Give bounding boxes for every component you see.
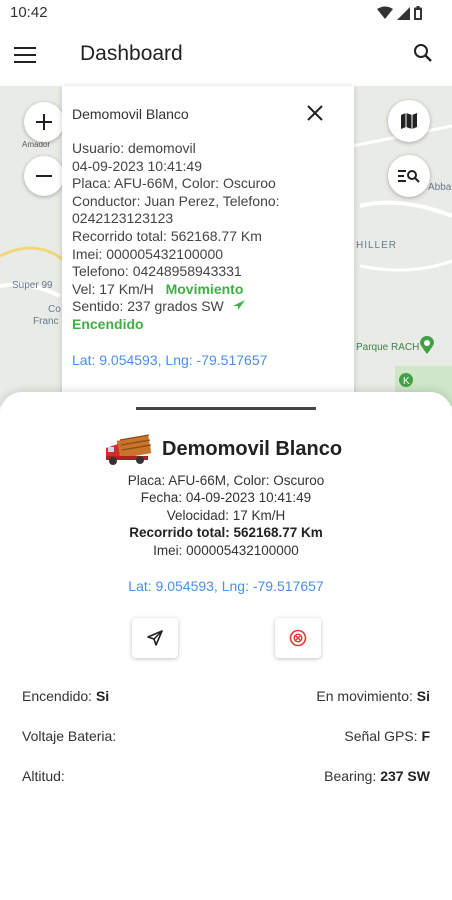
movimiento-stat: En movimiento: Si (316, 688, 430, 704)
map-label: Parque RACH (356, 342, 420, 353)
map-icon (401, 113, 417, 129)
info-sentido-row: Sentido: 237 grados SW (72, 298, 344, 316)
close-icon (307, 105, 323, 121)
info-sentido: Sentido: 237 grados SW (72, 298, 224, 315)
info-details: Usuario: demomovil 04-09-2023 10:41:49 P… (72, 140, 344, 334)
status-bar: 10:42 (0, 0, 452, 26)
stat-row-power: Voltaje Bateria: Señal GPS: F (22, 728, 430, 744)
map-type-button[interactable] (388, 100, 430, 142)
info-recorrido: Recorrido total: 562168.77 Km (72, 227, 262, 244)
send-icon (147, 630, 163, 646)
stat-row-status: Encendido: Si En movimiento: Si (22, 688, 430, 704)
vehicle-bottom-sheet: Demomovil Blanco Placa: AFU-66M, Color: … (0, 392, 452, 900)
info-placa: Placa: AFU-66M, Color: Oscuroo (72, 175, 276, 192)
info-telefono: Telefono: 04248958943331 (72, 263, 242, 280)
send-button[interactable] (132, 618, 178, 658)
list-search-icon (398, 170, 420, 183)
encendido-value: Si (95, 688, 110, 704)
latlng-link[interactable]: Lat: 9.054593, Lng: -79.517657 (0, 578, 452, 594)
stop-icon (289, 629, 307, 647)
map-label: HILLER (356, 240, 398, 251)
menu-button[interactable] (14, 42, 44, 68)
wifi-icon (377, 6, 393, 19)
info-encendido: Encendido (72, 315, 144, 332)
map-poi-icon: K (399, 373, 413, 387)
status-time: 10:42 (10, 4, 48, 21)
info-conductor: Conductor: Juan Perez, Telefono: (72, 192, 280, 209)
search-icon (414, 44, 432, 62)
truck-icon (106, 434, 152, 465)
info-imei: Imei: 000005432100000 (72, 245, 224, 262)
zoom-out-button[interactable] (24, 156, 64, 196)
info-velocity-row: Vel: 17 Km/H Movimiento (72, 281, 344, 299)
search-button[interactable] (412, 42, 438, 68)
detail-fecha: Fecha: 04-09-2023 10:41:49 (140, 490, 312, 506)
list-search-button[interactable] (388, 155, 430, 197)
info-usuario: Usuario: demomovil (72, 140, 196, 156)
detail-placa: Placa: AFU-66M, Color: Oscuroo (127, 473, 325, 488)
info-latlng-link[interactable]: Lat: 9.054593, Lng: -79.517657 (72, 352, 344, 368)
signal-icon (397, 6, 410, 20)
senal-stat: Señal GPS: F (344, 728, 430, 744)
plus-icon (36, 114, 52, 130)
map-label: Super 99 (12, 280, 53, 291)
map-label: Co (48, 304, 61, 315)
altitud-stat: Altitud: (22, 768, 65, 784)
app-bar: Dashboard (0, 26, 452, 86)
svg-text:K: K (403, 376, 410, 387)
voltaje-stat: Voltaje Bateria: (22, 728, 117, 744)
battery-icon (414, 6, 422, 20)
info-movimiento: Movimiento (165, 280, 244, 297)
drag-handle[interactable] (136, 407, 316, 410)
info-vel: Vel: 17 Km/H (72, 280, 154, 297)
detail-imei: Imei: 000005432100000 (153, 542, 299, 558)
hamburger-icon (14, 47, 36, 63)
encendido-stat: Encendido: Si (22, 688, 110, 704)
stat-row-position: Altitud: Bearing: 237 SW (22, 768, 430, 784)
info-vehicle-name: Demomovil Blanco (72, 106, 189, 122)
minus-icon (36, 175, 52, 177)
map-label: Abba (428, 182, 452, 193)
bearing-stat: Bearing: 237 SW (324, 768, 430, 784)
vehicle-header: Demomovil Blanco (104, 432, 342, 466)
page-title: Dashboard (80, 42, 183, 65)
vehicle-details: Placa: AFU-66M, Color: Oscuroo Fecha: 04… (0, 472, 452, 559)
close-info-button[interactable] (306, 104, 328, 126)
detail-velocidad: Velocidad: 17 Km/H (166, 507, 286, 523)
info-datetime: 04-09-2023 10:41:49 (72, 157, 202, 174)
marker-info-window: Demomovil Blanco Usuario: demomovil 04-0… (62, 86, 354, 396)
map-pin-icon (420, 336, 434, 354)
status-icons (377, 6, 422, 20)
map-label: Franc (33, 316, 59, 327)
vehicle-name: Demomovil Blanco (162, 437, 343, 460)
zoom-in-button[interactable] (24, 102, 64, 142)
direction-arrow-icon (232, 300, 245, 311)
info-conductor-phone: 0242123123123 (72, 210, 174, 227)
bearing-value: 237 SW (380, 768, 430, 784)
senal-value: F (421, 728, 430, 744)
detail-recorrido: Recorrido total: 562168.77 Km (129, 525, 323, 541)
stop-engine-button[interactable] (275, 618, 321, 658)
movimiento-value: Si (416, 688, 430, 704)
